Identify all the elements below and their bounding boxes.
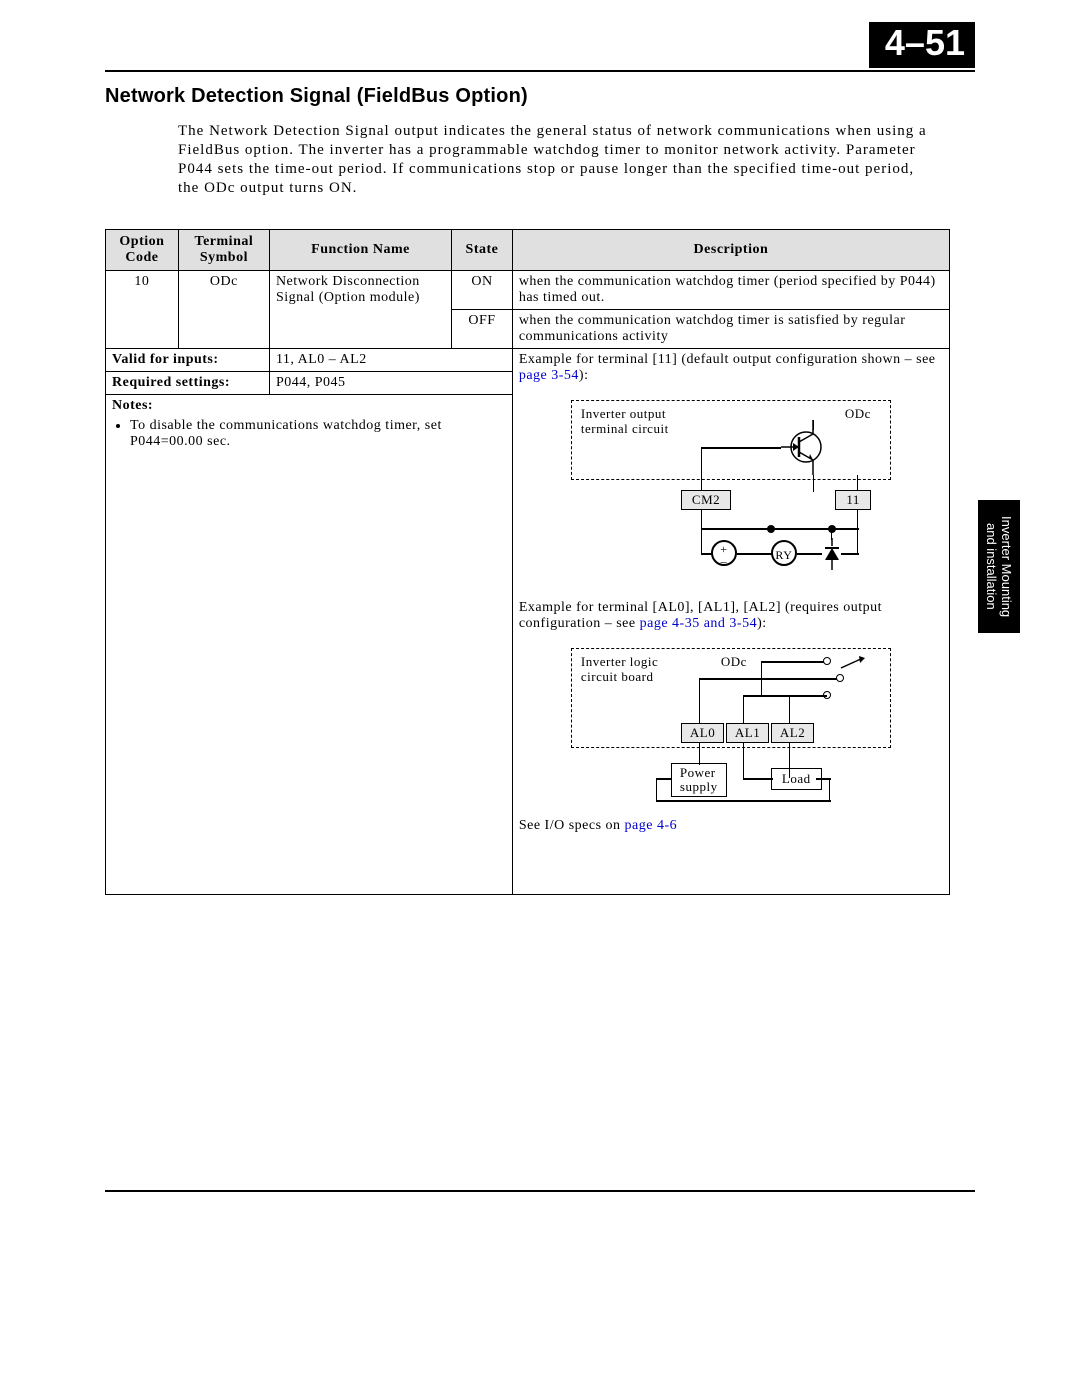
th-function-name: Function Name xyxy=(269,230,451,271)
cell-state-off: OFF xyxy=(452,310,513,349)
power-supply-box: Powersupply xyxy=(671,763,727,797)
diagram-cell: Example for terminal [11] (default outpu… xyxy=(512,349,949,895)
intro-paragraph: The Network Detection Signal output indi… xyxy=(178,122,935,198)
t11-terminal: 11 xyxy=(835,490,871,510)
cell-valid-label: Valid for inputs: xyxy=(106,349,270,372)
link-page-3-54[interactable]: page 3-54 xyxy=(519,368,579,383)
th-description: Description xyxy=(512,230,949,271)
cell-required-label: Required settings: xyxy=(106,372,270,395)
bottom-rule xyxy=(105,1190,975,1192)
contact-arrow-icon xyxy=(841,656,871,670)
cell-required-value: P044, P045 xyxy=(269,372,512,395)
cm2-terminal: CM2 xyxy=(681,490,731,510)
notes-cell: Notes: To disable the communications wat… xyxy=(106,395,513,895)
cell-valid-value: 11, AL0 – AL2 xyxy=(269,349,512,372)
cell-desc-on: when the communication watchdog timer (p… xyxy=(512,271,949,310)
io-specs-text: See I/O specs on page 4-6 xyxy=(519,818,677,833)
al0-terminal: AL0 xyxy=(681,723,724,743)
th-option-code: Option Code xyxy=(106,230,179,271)
cell-desc-off: when the communication watchdog timer is… xyxy=(512,310,949,349)
load-box: Load xyxy=(771,768,822,790)
cell-terminal-symbol: ODc xyxy=(178,271,269,349)
link-page-4-6[interactable]: page 4-6 xyxy=(625,818,678,833)
al1-terminal: AL1 xyxy=(726,723,769,743)
table-header-row: Option Code Terminal Symbol Function Nam… xyxy=(106,230,950,271)
diagram-2: Inverter logiccircuit board ODc xyxy=(561,638,901,808)
dc-source-icon: +– xyxy=(711,540,737,566)
example2-text: Example for terminal [AL0], [AL1], [AL2]… xyxy=(519,600,882,631)
example1-text: Example for terminal [11] (default outpu… xyxy=(519,352,936,383)
signal-table: Option Code Terminal Symbol Function Nam… xyxy=(105,229,950,895)
cell-state-on: ON xyxy=(452,271,513,310)
top-rule xyxy=(105,70,975,72)
cell-function-name: Network Disconnection Signal (Option mod… xyxy=(269,271,451,349)
diagram-1: Inverter outputterminal circuit ODc xyxy=(561,390,901,590)
side-tab: Inverter Mountingand installation xyxy=(978,500,1020,633)
link-page-4-35-3-54[interactable]: page 4-35 and 3-54 xyxy=(640,616,757,631)
transistor-icon xyxy=(781,420,831,475)
th-terminal-symbol: Terminal Symbol xyxy=(178,230,269,271)
section-title: Network Detection Signal (FieldBus Optio… xyxy=(105,85,528,108)
al2-terminal: AL2 xyxy=(771,723,814,743)
table-row: 10 ODc Network Disconnection Signal (Opt… xyxy=(106,271,950,310)
th-state: State xyxy=(452,230,513,271)
relay-icon: RY xyxy=(771,540,797,566)
table-row: Valid for inputs: 11, AL0 – AL2 Example … xyxy=(106,349,950,372)
diode-icon xyxy=(821,538,843,570)
page-number: 4–51 xyxy=(869,22,975,68)
cell-option-code: 10 xyxy=(106,271,179,349)
